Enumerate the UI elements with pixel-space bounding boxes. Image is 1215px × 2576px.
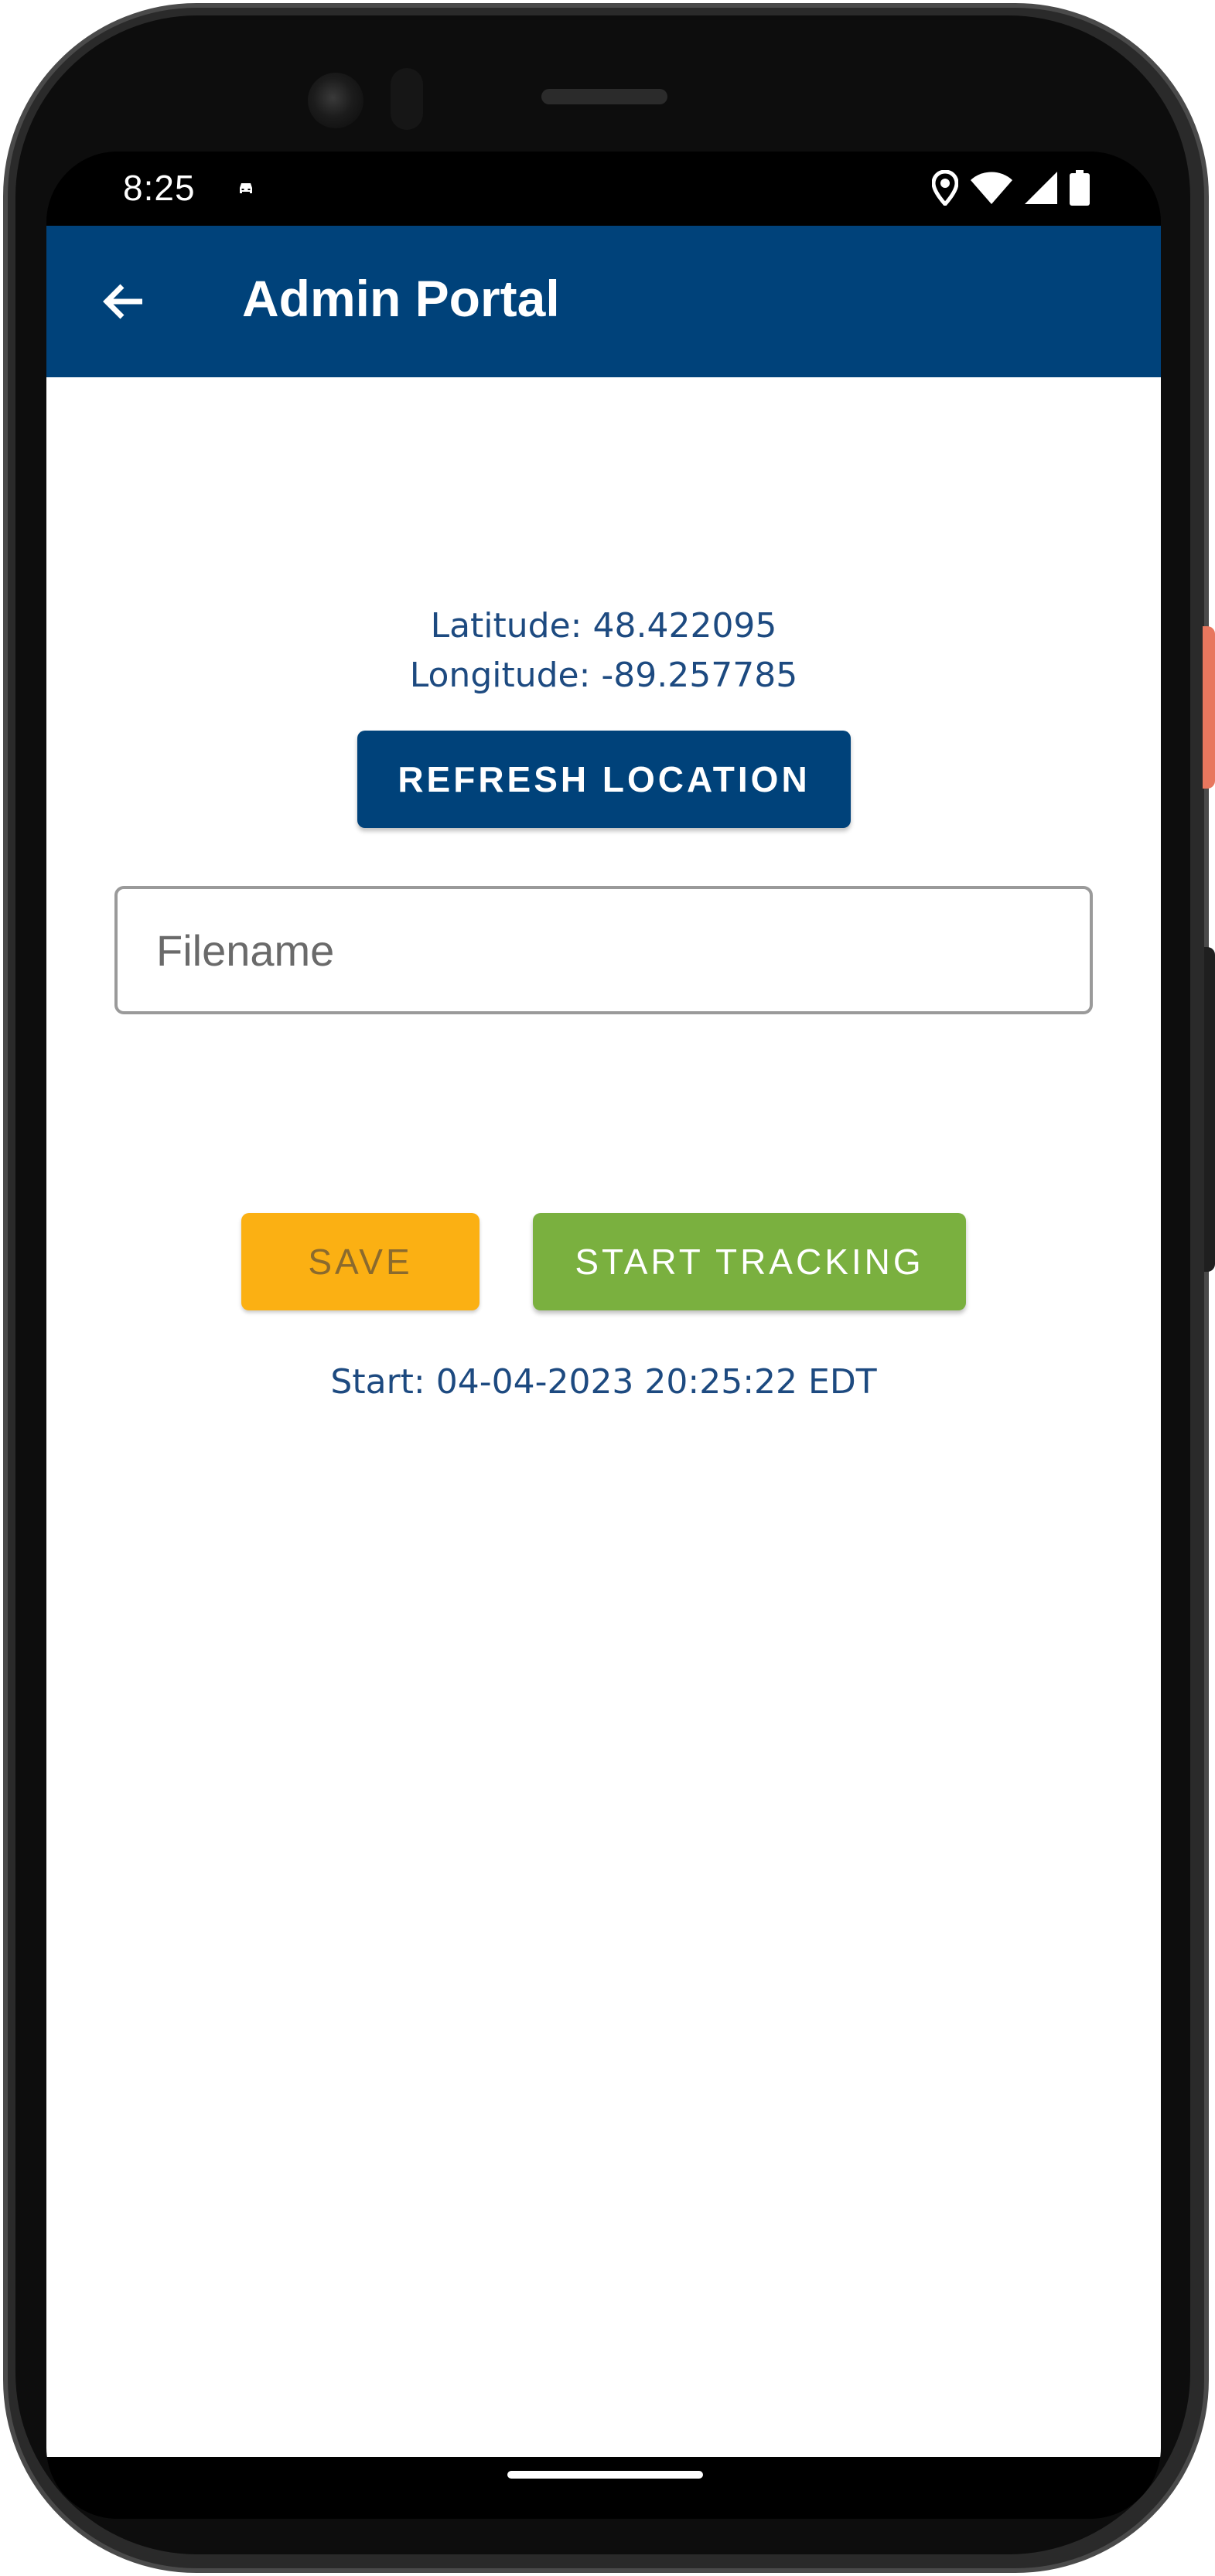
earpiece-speaker <box>541 89 667 104</box>
signal-icon <box>1025 172 1057 204</box>
navigation-bar <box>46 2457 1161 2519</box>
latitude-text: Latitude: 48.422095 <box>430 606 777 646</box>
filename-input[interactable] <box>114 886 1093 1014</box>
location-pin-icon <box>932 170 958 206</box>
location-readout: Latitude: 48.422095 Longitude: -89.25778… <box>46 601 1161 700</box>
page-title: Admin Portal <box>242 270 560 327</box>
refresh-location-button[interactable]: REFRESH LOCATION <box>357 731 851 828</box>
screen: 8:25 Admin Portal Latitude: 48.422095 Lo… <box>46 152 1161 2519</box>
main-content: Latitude: 48.422095 Longitude: -89.25778… <box>46 377 1161 2457</box>
battery-icon <box>1070 170 1090 206</box>
proximity-sensor <box>391 68 423 130</box>
save-button[interactable]: SAVE <box>241 1213 480 1310</box>
wifi-icon <box>971 172 1012 204</box>
status-bar: 8:25 <box>46 152 1161 226</box>
phone-device: 8:25 Admin Portal Latitude: 48.422095 Lo… <box>0 0 1215 2576</box>
longitude-text: Longitude: -89.257785 <box>409 656 798 695</box>
power-button[interactable] <box>1203 626 1215 789</box>
status-time: 8:25 <box>123 168 196 208</box>
front-camera <box>308 73 363 128</box>
app-bar: Admin Portal <box>46 226 1161 377</box>
start-tracking-button[interactable]: START TRACKING <box>533 1213 966 1310</box>
home-gesture-bar[interactable] <box>507 2471 703 2479</box>
volume-button[interactable] <box>1204 947 1215 1272</box>
arrow-left-icon[interactable] <box>99 277 148 326</box>
status-icons <box>932 169 1090 207</box>
car-icon <box>240 183 252 193</box>
start-timestamp: Start: 04-04-2023 20:25:22 EDT <box>330 1362 877 1402</box>
